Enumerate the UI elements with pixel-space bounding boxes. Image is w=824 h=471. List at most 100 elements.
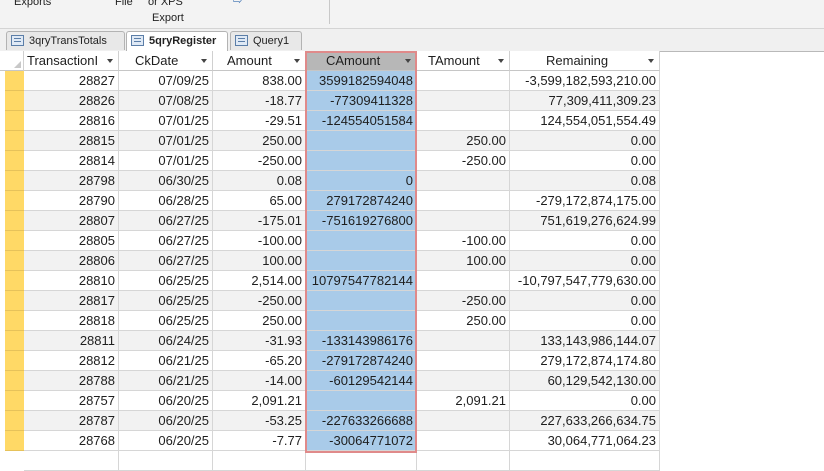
cell-remaining[interactable]: -3,599,182,593,210.00	[510, 71, 660, 91]
cell-transactionid[interactable]: 28814	[24, 151, 119, 171]
cell-transactionid[interactable]: 28807	[24, 211, 119, 231]
sort-dropdown-icon[interactable]	[201, 59, 207, 63]
cell-camount[interactable]	[306, 151, 417, 171]
cell-tamount[interactable]: -100.00	[417, 231, 510, 251]
cell-camount[interactable]: -751619276800	[306, 211, 417, 231]
table-row[interactable]: 28768 06/20/25 -7.77 -30064771072 30,064,771…	[0, 431, 660, 451]
cell-camount[interactable]	[306, 231, 417, 251]
ribbon-xps-label[interactable]: or XPS	[148, 0, 183, 8]
cell-remaining[interactable]: 0.00	[510, 151, 660, 171]
cell-transactionid[interactable]: 28768	[24, 431, 119, 451]
cell-camount[interactable]: 0	[306, 171, 417, 191]
table-row[interactable]: 28826 07/08/25 -18.77 -77309411328 77,309,41…	[0, 91, 660, 111]
cell-camount[interactable]	[306, 251, 417, 271]
cell-remaining[interactable]: 0.08	[510, 171, 660, 191]
select-all-corner[interactable]	[0, 51, 24, 71]
cell-ckdate[interactable]: 06/21/25	[119, 351, 213, 371]
record-selector[interactable]	[5, 111, 24, 131]
record-selector[interactable]	[5, 71, 24, 91]
cell-transactionid[interactable]: 28810	[24, 271, 119, 291]
cell-amount[interactable]: 0.08	[213, 171, 306, 191]
column-header-transactionid[interactable]: TransactionI	[24, 51, 119, 71]
cell-remaining[interactable]: 60,129,542,130.00	[510, 371, 660, 391]
cell-amount[interactable]: -29.51	[213, 111, 306, 131]
cell-tamount[interactable]: 250.00	[417, 131, 510, 151]
cell-ckdate[interactable]: 06/25/25	[119, 291, 213, 311]
cell-camount[interactable]: -30064771072	[306, 431, 417, 451]
cell-tamount[interactable]	[417, 271, 510, 291]
cell-camount[interactable]: 10797547782144	[306, 271, 417, 291]
new-record-cell[interactable]	[417, 451, 510, 471]
cell-remaining[interactable]: 227,633,266,634.75	[510, 411, 660, 431]
cell-amount[interactable]: -18.77	[213, 91, 306, 111]
cell-ckdate[interactable]: 07/01/25	[119, 131, 213, 151]
cell-remaining[interactable]: 0.00	[510, 251, 660, 271]
cell-tamount[interactable]	[417, 171, 510, 191]
record-selector[interactable]	[5, 391, 24, 411]
cell-camount[interactable]: -279172874240	[306, 351, 417, 371]
record-selector[interactable]	[5, 231, 24, 251]
cell-ckdate[interactable]: 06/25/25	[119, 311, 213, 331]
cell-ckdate[interactable]: 06/20/25	[119, 391, 213, 411]
cell-amount[interactable]: 250.00	[213, 131, 306, 151]
record-selector[interactable]	[5, 411, 24, 431]
sort-dropdown-icon[interactable]	[107, 59, 113, 63]
cell-amount[interactable]: 250.00	[213, 311, 306, 331]
cell-tamount[interactable]	[417, 111, 510, 131]
cell-transactionid[interactable]: 28826	[24, 91, 119, 111]
cell-ckdate[interactable]: 06/27/25	[119, 211, 213, 231]
cell-tamount[interactable]	[417, 71, 510, 91]
record-selector[interactable]	[5, 331, 24, 351]
cell-remaining[interactable]: 279,172,874,174.80	[510, 351, 660, 371]
cell-camount[interactable]: -227633266688	[306, 411, 417, 431]
cell-transactionid[interactable]: 28757	[24, 391, 119, 411]
cell-ckdate[interactable]: 06/28/25	[119, 191, 213, 211]
column-header-ckdate[interactable]: CkDate	[119, 51, 213, 71]
table-row[interactable]: 28805 06/27/25 -100.00 -100.00 0.00	[0, 231, 660, 251]
cell-amount[interactable]: -65.20	[213, 351, 306, 371]
table-row[interactable]: 28810 06/25/25 2,514.00 10797547782144 -10,7…	[0, 271, 660, 291]
cell-transactionid[interactable]: 28805	[24, 231, 119, 251]
cell-ckdate[interactable]: 06/25/25	[119, 271, 213, 291]
column-header-tamount[interactable]: TAmount	[417, 51, 510, 71]
cell-amount[interactable]: 65.00	[213, 191, 306, 211]
cell-camount[interactable]: -60129542144	[306, 371, 417, 391]
cell-amount[interactable]: 2,091.21	[213, 391, 306, 411]
table-row[interactable]: 28818 06/25/25 250.00 250.00 0.00	[0, 311, 660, 331]
table-row[interactable]: 28787 06/20/25 -53.25 -227633266688 227,633,…	[0, 411, 660, 431]
cell-amount[interactable]: -250.00	[213, 291, 306, 311]
cell-transactionid[interactable]: 28788	[24, 371, 119, 391]
record-selector[interactable]	[5, 371, 24, 391]
cell-tamount[interactable]	[417, 411, 510, 431]
table-row[interactable]: 28814 07/01/25 -250.00 -250.00 0.00	[0, 151, 660, 171]
cell-remaining[interactable]: 0.00	[510, 311, 660, 331]
record-selector[interactable]	[5, 171, 24, 191]
cell-transactionid[interactable]: 28827	[24, 71, 119, 91]
cell-transactionid[interactable]: 28790	[24, 191, 119, 211]
cell-transactionid[interactable]: 28815	[24, 131, 119, 151]
cell-remaining[interactable]: 0.00	[510, 291, 660, 311]
cell-amount[interactable]: -175.01	[213, 211, 306, 231]
tab-5qryregister[interactable]: 5qryRegister	[126, 31, 228, 52]
cell-amount[interactable]: -250.00	[213, 151, 306, 171]
table-row[interactable]: 28788 06/21/25 -14.00 -60129542144 60,129,54…	[0, 371, 660, 391]
cell-ckdate[interactable]: 07/08/25	[119, 91, 213, 111]
cell-ckdate[interactable]: 06/20/25	[119, 411, 213, 431]
column-header-amount[interactable]: Amount	[213, 51, 306, 71]
cell-remaining[interactable]: 751,619,276,624.99	[510, 211, 660, 231]
table-row[interactable]: 28798 06/30/25 0.08 0 0.08	[0, 171, 660, 191]
new-record-cell[interactable]	[24, 451, 119, 471]
cell-camount[interactable]	[306, 131, 417, 151]
table-row[interactable]: 28806 06/27/25 100.00 100.00 0.00	[0, 251, 660, 271]
cell-transactionid[interactable]: 28812	[24, 351, 119, 371]
cell-transactionid[interactable]: 28817	[24, 291, 119, 311]
cell-camount[interactable]: -77309411328	[306, 91, 417, 111]
record-selector[interactable]	[5, 351, 24, 371]
cell-ckdate[interactable]: 06/24/25	[119, 331, 213, 351]
cell-tamount[interactable]	[417, 331, 510, 351]
tab-3qrytranstotals[interactable]: 3qryTransTotals	[6, 31, 125, 50]
cell-transactionid[interactable]: 28806	[24, 251, 119, 271]
cell-camount[interactable]: 279172874240	[306, 191, 417, 211]
table-row[interactable]: 28811 06/24/25 -31.93 -133143986176 133,143,…	[0, 331, 660, 351]
column-header-remaining[interactable]: Remaining	[510, 51, 660, 71]
